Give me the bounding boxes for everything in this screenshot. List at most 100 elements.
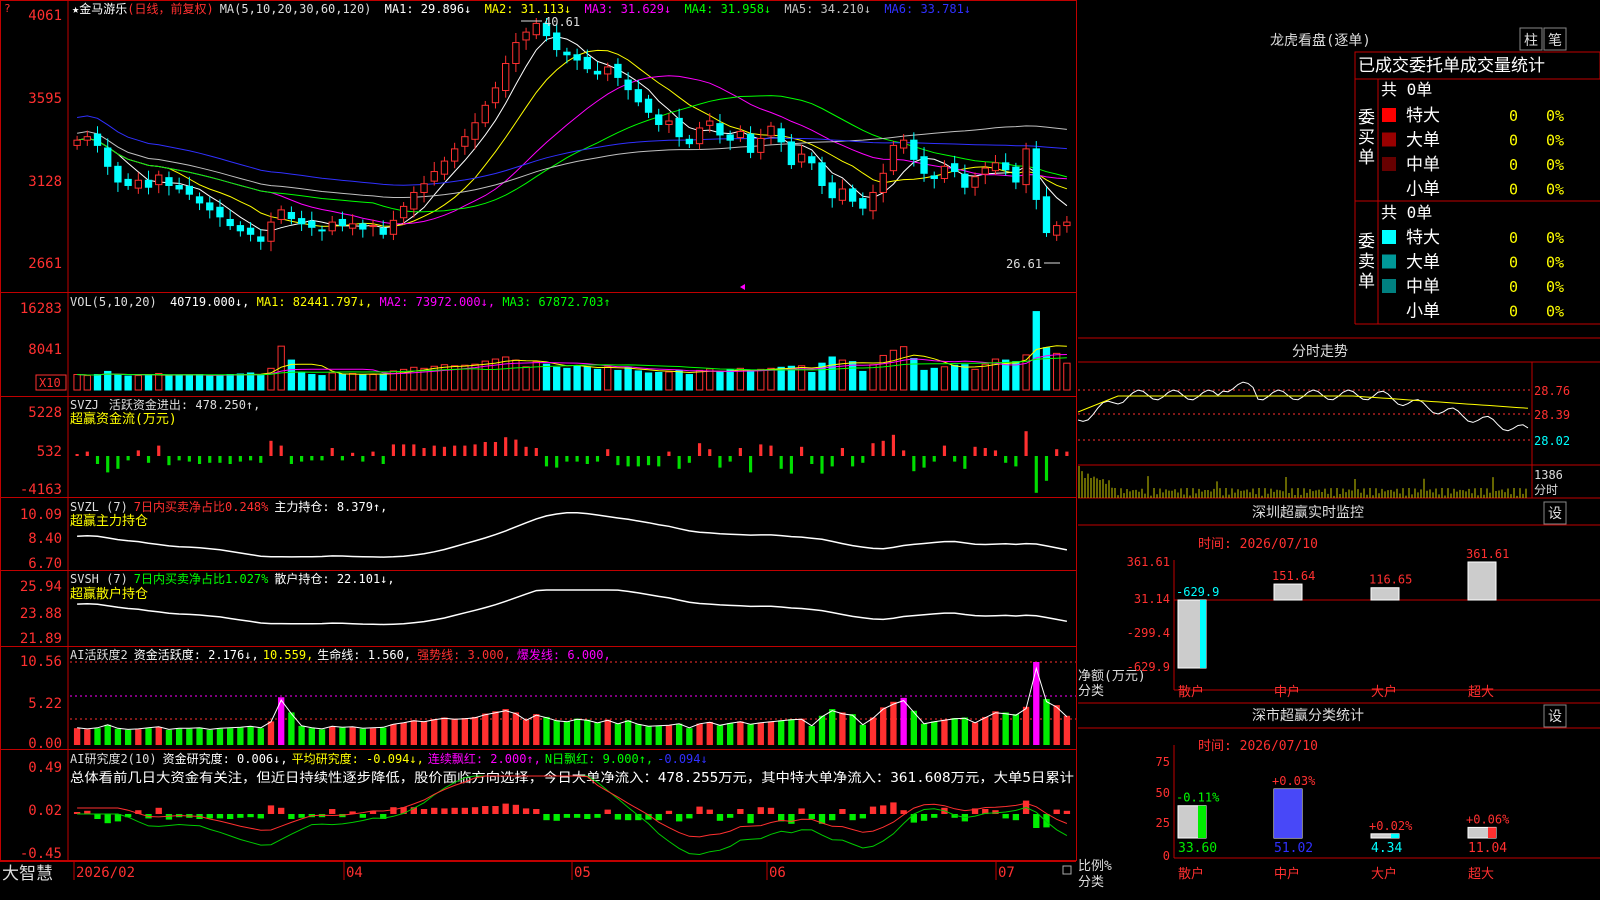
volume-bar (1042, 347, 1051, 391)
svsh-hold: 散户持仓: 22.101↓, (274, 571, 394, 586)
svzj-bars (75, 431, 1069, 493)
ai-tick: 0.00 (28, 736, 62, 752)
longhu-title: 龙虎看盘(逐单) (1270, 32, 1371, 49)
ai-activity-bar (951, 718, 958, 745)
candle-body (410, 191, 418, 210)
volume-bar (879, 354, 887, 391)
volume-bar (869, 364, 877, 391)
research-bar (278, 807, 285, 814)
zhu-button[interactable]: 柱 (1519, 27, 1543, 51)
research-bar (247, 814, 254, 818)
class-tick: 25 (1156, 816, 1170, 830)
candle-body (389, 219, 398, 235)
research-bar (533, 809, 540, 814)
ai-activity-bar (767, 721, 775, 745)
candle-body (828, 182, 836, 199)
volume-bar (859, 370, 867, 391)
ai-activity-bar (584, 719, 591, 745)
ai-activity-bar (686, 728, 693, 745)
candle-body (961, 173, 969, 188)
ai-activity-bar (349, 727, 356, 745)
volume-bar (899, 346, 908, 391)
ma-lines (77, 36, 1068, 232)
class-ratio-label: 4.34 (1371, 841, 1402, 856)
candle-body (777, 128, 785, 143)
candle-body (665, 120, 673, 125)
research-bar (237, 814, 244, 818)
intraday-chart[interactable] (1078, 362, 1600, 499)
ai-activity-bar (390, 724, 397, 745)
volume-bar (512, 359, 520, 391)
candle-body (767, 125, 775, 137)
volume-bar (175, 374, 183, 391)
ai-activity-bar (798, 718, 805, 745)
sz-class-settings-button[interactable]: 设 (1543, 704, 1567, 728)
research-bar (910, 814, 917, 823)
order-pct: 0% (1546, 254, 1564, 272)
monitor-value-label: 116.65 (1369, 573, 1412, 587)
ai-activity-bar (227, 728, 234, 745)
monitor-value-label: 151.64 (1272, 569, 1315, 583)
research-bar (502, 803, 509, 814)
sz-tick: 361.61 (1127, 555, 1170, 569)
ai-activity-bar (318, 729, 326, 745)
corner-flag-icon[interactable]: ? (4, 2, 11, 15)
ai-activity-bar (84, 729, 91, 745)
research-bar (1063, 810, 1071, 814)
research-bar (104, 814, 111, 824)
ai-activity-bar (135, 729, 142, 745)
ai-activity-bar (288, 712, 295, 745)
candle-body (757, 137, 765, 153)
research-bar (1002, 814, 1009, 819)
research-bar (1053, 809, 1060, 814)
ai-activity-bar (645, 726, 652, 745)
svsh-tick: 21.89 (20, 631, 62, 647)
volume-bar (685, 374, 694, 391)
research-bar (563, 814, 571, 818)
month-label: 2026/02 (76, 865, 135, 881)
ai-activity-bar (471, 716, 479, 745)
candle-body (910, 139, 918, 160)
research-bar (257, 814, 264, 819)
high-price-label: 40.61 (544, 15, 580, 29)
order-pct: 0% (1546, 156, 1564, 174)
candle-body (1022, 148, 1030, 186)
month-label: 06 (769, 865, 786, 881)
candle-body (430, 171, 438, 182)
ai-activity-bar (216, 728, 224, 745)
candle-body (940, 165, 949, 180)
ai-activity-bar (206, 729, 213, 745)
volume-bar (726, 369, 734, 391)
svzl-tick: 6.70 (28, 556, 62, 572)
volume-ma-line (77, 345, 1067, 376)
ai-activity-bar (594, 722, 601, 745)
candle-body (359, 223, 367, 230)
sell-rows: 特大 0 0% 大单 0 0% 中单 0 0% 小单 0 0% (1382, 228, 1564, 322)
price-tick: 4061 (28, 8, 62, 24)
volume-ma-line (77, 357, 1067, 376)
candle-body (808, 156, 816, 164)
sz-monitor-settings-button[interactable]: 设 (1543, 501, 1567, 525)
research-bar (512, 804, 520, 814)
svzj-tick: 5228 (28, 405, 62, 421)
chart-mode: (日线，前复权) (127, 1, 213, 16)
candle-body (920, 156, 928, 174)
vol-y-axis: 16283 8041 (20, 301, 62, 358)
ai-activity-bar (339, 727, 346, 745)
candle-body (848, 188, 857, 202)
kline-chart-area[interactable]: ★金马游乐(日线，前复权) MA(5,10,20,30,60,120) MA1: … (0, 0, 1078, 900)
ai-v2: 10.559, (263, 648, 314, 662)
ma-line-2 (77, 49, 1068, 227)
bi-button[interactable]: 笔 (1543, 27, 1567, 51)
volume-bar (961, 364, 969, 391)
class-change-label: -0.11% (1176, 791, 1220, 805)
vol-ma1: MA1: 82441.797↓, (257, 295, 373, 309)
candle-body (869, 191, 877, 212)
volume-bar (940, 366, 949, 391)
volume-bar (716, 371, 724, 391)
buy-rows: 特大 0 0% 大单 0 0% 中单 0 0% 小单 0 0% (1382, 106, 1564, 200)
candle-body (297, 218, 306, 225)
candle-body (695, 127, 704, 145)
ma-header: ★金马游乐(日线，前复权) MA(5,10,20,30,60,120) MA1: … (72, 1, 971, 16)
order-pct: 0% (1546, 181, 1564, 199)
